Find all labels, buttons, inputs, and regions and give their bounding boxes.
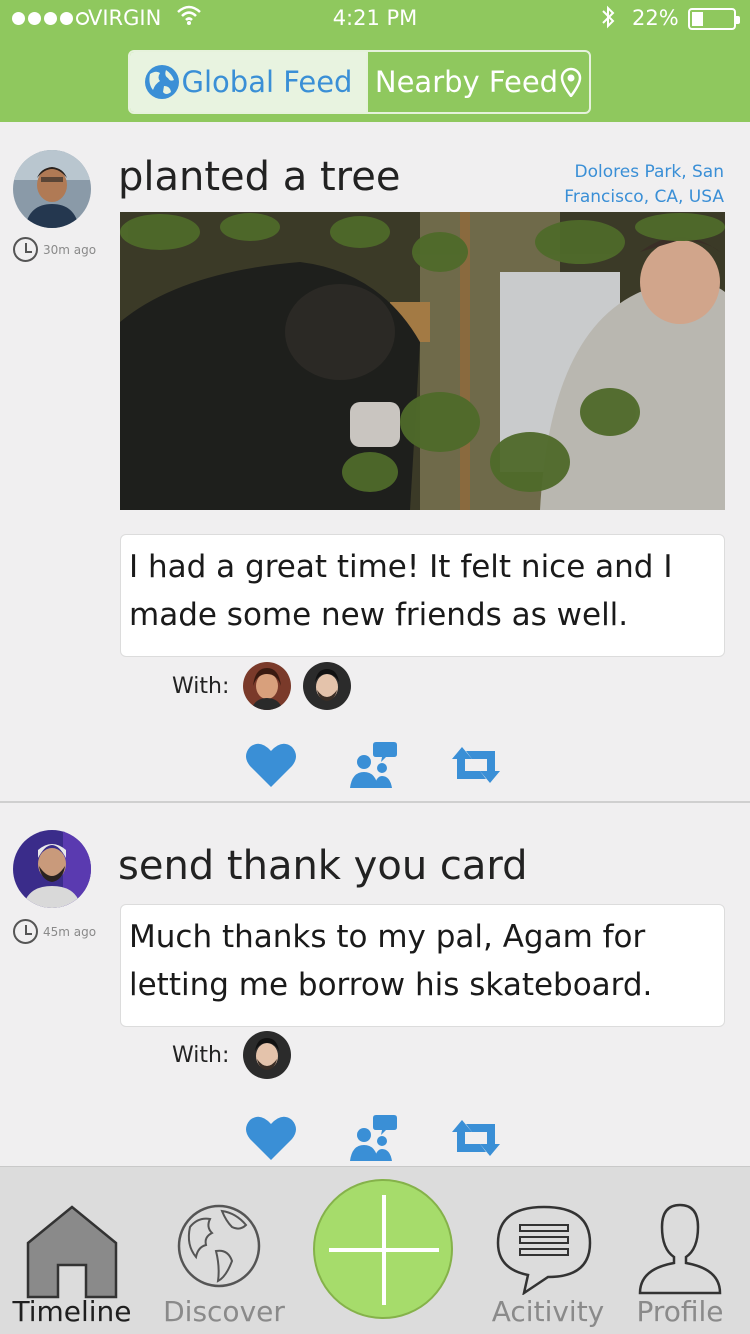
- retweet-icon[interactable]: [448, 745, 504, 785]
- location-link[interactable]: Dolores Park, San Francisco, CA, USA: [504, 160, 724, 210]
- activity-title: planted a tree: [118, 154, 401, 200]
- globe-icon: [144, 64, 180, 100]
- status-bar: VIRGIN 4:21 PM 22%: [0, 0, 750, 38]
- globe-icon: [176, 1203, 262, 1296]
- tab-global-feed-label: Global Feed: [181, 65, 353, 99]
- post-timestamp: 30m ago: [13, 237, 96, 262]
- tab-activity[interactable]: Acitivity: [486, 1167, 610, 1334]
- post-photo[interactable]: [120, 212, 725, 510]
- post-actions: [244, 740, 504, 790]
- with-label: With:: [172, 1042, 230, 1068]
- activity-title: send thank you card: [118, 843, 528, 889]
- home-icon: [24, 1203, 120, 1306]
- retweet-icon[interactable]: [448, 1118, 504, 1158]
- avatar[interactable]: [13, 830, 91, 908]
- time-ago-text: 45m ago: [43, 924, 97, 939]
- location-pin-icon: [560, 67, 582, 97]
- tab-bar: Timeline Discover Acitivity Profile: [0, 1166, 750, 1334]
- heart-icon[interactable]: [244, 1114, 298, 1162]
- post-comment: I had a great time! It felt nice and I m…: [120, 534, 725, 657]
- friend-avatar[interactable]: [303, 662, 352, 710]
- tagged-friends: With:: [172, 662, 352, 710]
- top-bar: VIRGIN 4:21 PM 22% Global Feed Nearby Fe…: [0, 0, 750, 122]
- clock-icon: [13, 237, 38, 262]
- post-comment: Much thanks to my pal, Agam for letting …: [120, 904, 725, 1027]
- tab-discover[interactable]: Discover: [160, 1167, 288, 1334]
- post-timestamp: 45m ago: [13, 919, 96, 944]
- feed-post: 45m ago send thank you card Much thanks …: [0, 803, 750, 1166]
- battery-percentage: 22%: [632, 6, 679, 30]
- tab-timeline-label: Timeline: [12, 1295, 132, 1328]
- tab-profile-label: Profile: [636, 1295, 724, 1328]
- avatar[interactable]: [13, 150, 91, 228]
- comment-people-icon[interactable]: [348, 740, 398, 790]
- heart-icon[interactable]: [244, 741, 298, 789]
- clock-icon: [13, 919, 38, 944]
- feed-post: 30m ago planted a tree Dolores Park, San…: [0, 122, 750, 802]
- add-activity-button[interactable]: [313, 1179, 453, 1319]
- tab-timeline[interactable]: Timeline: [10, 1167, 134, 1334]
- tab-nearby-feed-label: Nearby Feed: [374, 65, 559, 99]
- comment-people-icon[interactable]: [348, 1113, 398, 1163]
- bluetooth-icon: [600, 4, 616, 35]
- person-icon: [636, 1201, 724, 1304]
- tab-nearby-feed[interactable]: Nearby Feed: [366, 52, 589, 112]
- tab-global-feed[interactable]: Global Feed: [130, 52, 366, 112]
- tagged-friends: With:: [172, 1031, 292, 1079]
- time-ago-text: 30m ago: [43, 242, 97, 257]
- tab-profile[interactable]: Profile: [630, 1167, 730, 1334]
- tab-activity-label: Acitivity: [491, 1295, 605, 1328]
- tab-discover-label: Discover: [163, 1295, 285, 1328]
- with-label: With:: [172, 673, 230, 699]
- battery-icon: [688, 8, 740, 30]
- friend-avatar[interactable]: [243, 1031, 292, 1079]
- friend-avatar[interactable]: [243, 662, 292, 710]
- chat-bubble-icon: [494, 1203, 594, 1302]
- feed-selector: Global Feed Nearby Feed: [128, 50, 591, 114]
- post-actions: [244, 1113, 504, 1163]
